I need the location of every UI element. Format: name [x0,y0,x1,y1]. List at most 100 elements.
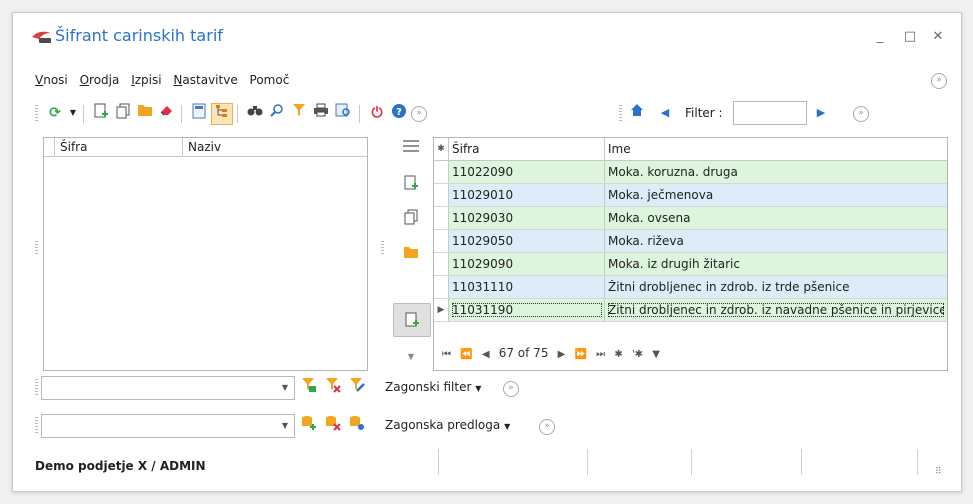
search-icon[interactable] [267,103,287,123]
edit-record-icon[interactable]: '✱ [632,349,643,360]
resize-grip-icon[interactable]: ⠿ [935,467,942,477]
next-icon[interactable]: ▶ [811,103,831,123]
tree-grid[interactable]: Šifra Naziv [43,137,368,371]
report-preview-icon[interactable] [333,103,353,123]
table-row[interactable]: 11029090 Moka. iz drugih žitaric [434,253,947,276]
next-page-icon[interactable]: ⏩ [575,349,587,360]
cell-ime: Žitni drobljenec in zdrob. iz navadne pš… [608,303,944,317]
cell-sifra: 11031110 [452,280,514,294]
template-row-collapse-icon[interactable]: » [539,419,555,435]
cell-sifra: 11029030 [452,211,514,225]
menu-izpisi[interactable]: Izpisi [131,73,161,87]
template-delete-icon[interactable] [323,415,343,435]
scroll-down-icon[interactable]: ▼ [401,347,421,367]
hamburger-menu-icon[interactable] [401,139,421,159]
table-row[interactable]: 11031110 Žitni drobljenec in zdrob. iz t… [434,276,947,299]
binoculars-icon[interactable] [245,103,265,123]
menu-orodja[interactable]: Orodja [80,73,120,87]
table-row[interactable]: 11029050 Moka. riževa [434,230,947,253]
cell-ime: Moka. ovsena [608,211,691,225]
startup-filter-combo[interactable]: ▼ [41,376,295,400]
add-to-list-button[interactable] [393,303,431,337]
startup-template-combo[interactable]: ▼ [41,414,295,438]
first-record-icon[interactable]: ⏮ [442,349,451,360]
template-settings-icon[interactable] [347,415,367,435]
copy-icon[interactable] [401,209,421,229]
toolbar-separator [83,105,84,123]
template-row-grip[interactable] [35,417,38,435]
menu-collapse-icon[interactable]: » [931,73,947,89]
window-title: Šifrant carinskih tarif [55,26,223,45]
menu-vnosi[interactable]: Vnosi [35,73,68,87]
tariff-grid-header: ✱ Šifra Ime [434,138,947,161]
filter-input[interactable] [733,101,807,125]
current-row-indicator-icon: ▶ [434,299,449,321]
tree-view-icon[interactable] [211,103,233,125]
open-folder-icon[interactable] [135,103,155,123]
chevron-down-icon: ▼ [281,421,288,430]
cell-ime: Moka. riževa [608,234,684,248]
folder-icon[interactable] [401,245,421,265]
toolbar-separator [359,105,360,123]
minimize-button[interactable]: _ [869,27,891,47]
tree-grid-header: Šifra Naziv [44,138,367,157]
refresh-dropdown-icon[interactable]: ▼ [63,103,83,123]
cell-sifra: 11029090 [452,257,514,271]
cell-ime: Moka. koruzna. druga [608,165,738,179]
previous-page-icon[interactable]: ⏪ [460,349,472,360]
add-record-icon[interactable] [401,175,421,195]
filter-clear-icon[interactable] [323,377,343,397]
previous-record-icon[interactable]: ◀ [482,349,490,360]
startup-filter-label[interactable]: Zagonski filter ▼ [385,380,481,394]
copy-record-icon[interactable] [113,103,133,123]
status-bar: Demo podjetje X / ADMIN ⠿ [13,449,961,491]
column-header-sifra[interactable]: Šifra [452,142,602,156]
main-window: Šifrant carinskih tarif _ □ ✕ Vnosi Orod… [12,12,962,492]
chevron-down-icon: ▼ [281,383,288,392]
title-bar: Šifrant carinskih tarif _ □ ✕ [13,13,961,61]
status-company-user: Demo podjetje X / ADMIN [35,459,206,473]
cell-sifra: 11022090 [452,165,514,179]
table-row[interactable]: 11022090 Moka. koruzna. druga [434,161,947,184]
filter-apply-icon[interactable] [299,377,319,397]
filter-label: Filter : [685,106,723,120]
filter-toolbar-collapse-icon[interactable]: » [853,106,869,122]
column-header-sifra[interactable]: Šifra [60,140,87,154]
previous-icon[interactable]: ◀ [655,103,675,123]
help-icon[interactable]: ? [389,103,409,123]
calculator-icon[interactable] [189,103,209,123]
table-row[interactable]: 11029030 Moka. ovsena [434,207,947,230]
last-record-icon[interactable]: ⏭ [596,349,605,360]
filter-toolbar-grip[interactable] [619,105,622,123]
table-row-selected[interactable]: ▶ 11031190 Žitni drobljenec in zdrob. iz… [434,299,947,322]
filter-edit-icon[interactable] [347,377,367,397]
home-icon[interactable] [627,103,647,123]
tariff-grid[interactable]: ✱ Šifra Ime 11022090 Moka. koruzna. drug… [433,137,948,371]
print-icon[interactable] [311,103,331,123]
new-record-icon[interactable] [91,103,111,123]
append-record-icon[interactable]: ✱ [614,349,622,360]
menu-pomoc[interactable]: Pomoč [250,73,290,87]
close-button[interactable]: ✕ [927,27,949,47]
next-record-icon[interactable]: ▶ [558,349,566,360]
column-header-naziv[interactable]: Naziv [188,140,221,154]
toolbar-grip[interactable] [35,105,38,123]
toolbar-separator [237,105,238,123]
template-add-icon[interactable] [299,415,319,435]
navigator-filter-icon[interactable]: ▼ [652,349,660,360]
filter-row-grip[interactable] [35,379,38,397]
startup-template-label[interactable]: Zagonska predloga ▼ [385,418,510,432]
toolbar-collapse-icon[interactable]: » [411,106,427,122]
refresh-icon[interactable]: ⟳ [45,103,65,123]
maximize-button[interactable]: □ [899,27,921,47]
middle-pane-splitter[interactable] [381,241,384,255]
left-pane-splitter[interactable] [35,241,38,255]
menu-bar: Vnosi Orodja Izpisi Nastavitve Pomoč [35,73,297,91]
filter-row-collapse-icon[interactable]: » [503,381,519,397]
eraser-icon[interactable] [157,103,177,123]
menu-nastavitve[interactable]: Nastavitve [173,73,237,87]
filter-icon[interactable] [289,103,309,123]
column-header-ime[interactable]: Ime [608,142,944,156]
table-row[interactable]: 11029010 Moka. ječmenova [434,184,947,207]
power-exit-icon[interactable]: ⏻ [367,103,387,123]
